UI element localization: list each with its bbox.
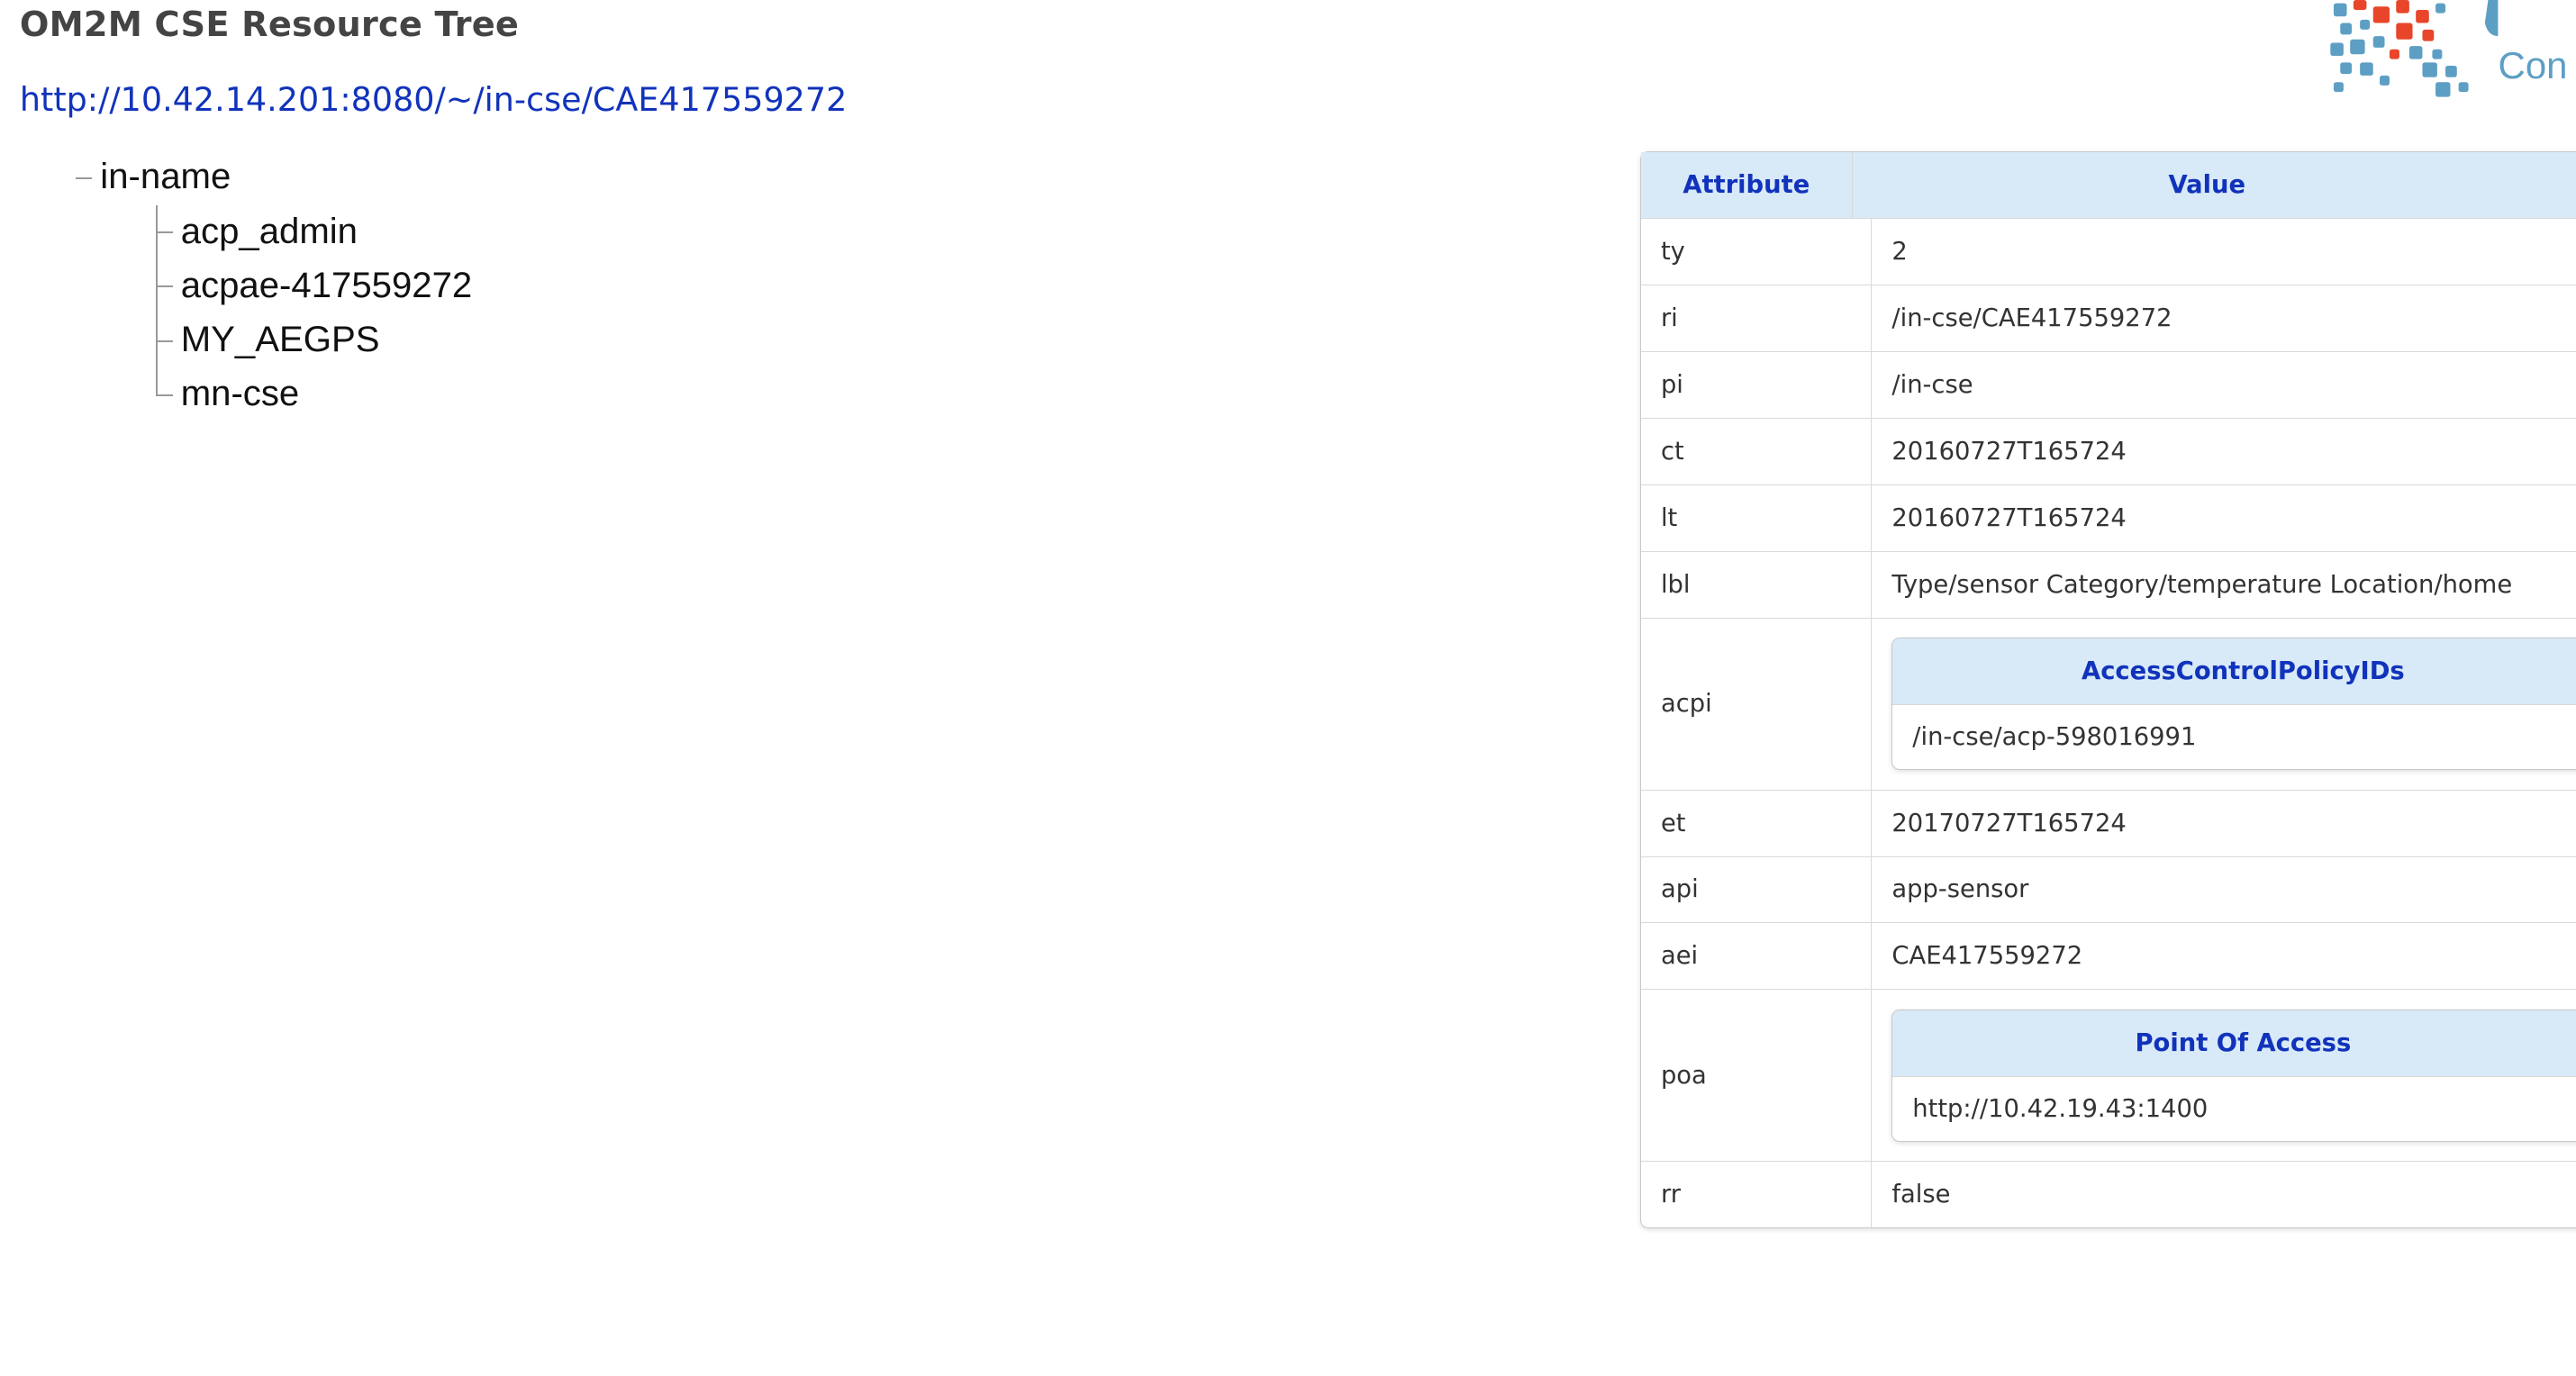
nested-table-header: Point Of Access	[1892, 1009, 2576, 1077]
table-header-row: Attribute Value	[1641, 151, 2576, 218]
attribute-value: false	[1891, 1181, 1951, 1209]
table-row: api app-sensor	[1641, 855, 2576, 923]
nested-table-value: http://10.42.19.43:1400	[1912, 1094, 2209, 1123]
point-of-access-table: Point Of Access http://10.42.19.43:1400	[1891, 1009, 2576, 1142]
attribute-value: /in-cse	[1891, 370, 1973, 399]
table-row: ri /in-cse/CAE417559272	[1641, 284, 2576, 351]
logo-mosaic-icon	[2330, 0, 2499, 97]
table-row: aei CAE417559272	[1641, 922, 2576, 990]
table-row: lbl Type/sensor Category/temperature Loc…	[1641, 550, 2576, 618]
table-row: rr false	[1641, 1161, 2576, 1228]
attribute-name: acpi	[1641, 618, 1873, 790]
tree-branch-vertical	[156, 205, 159, 394]
table-row: lt 20160727T165724	[1641, 484, 2576, 551]
attribute-name: et	[1641, 790, 1873, 856]
attribute-column-header: Attribute	[1641, 151, 1853, 218]
value-column-header: Value	[2168, 170, 2246, 199]
attribute-name: pi	[1641, 351, 1873, 418]
table-row: acpi AccessControlPolicyIDs /in-cse/acp-…	[1641, 617, 2576, 790]
attribute-name: lt	[1641, 484, 1873, 551]
page-title: OM2M CSE Resource Tree	[19, 5, 520, 46]
access-control-policy-table: AccessControlPolicyIDs /in-cse/acp-59801…	[1891, 638, 2576, 771]
nested-table-value: /in-cse/acp-598016991	[1912, 723, 2197, 752]
tree-connector	[156, 231, 173, 234]
table-row: ct 20160727T165724	[1641, 417, 2576, 484]
attribute-table: Attribute Value ty 2 ri /in-cse/CAE41755…	[1640, 150, 2576, 1229]
table-row: poa Point Of Access http://10.42.19.43:1…	[1641, 989, 2576, 1162]
om2m-logo: Con	[2324, 0, 2575, 102]
attribute-name: api	[1641, 856, 1873, 923]
attribute-name: ri	[1641, 285, 1873, 351]
attribute-name: lbl	[1641, 551, 1873, 618]
nested-table-header: AccessControlPolicyIDs	[1892, 638, 2576, 706]
tree-node-mn-cse[interactable]: mn-cse	[181, 373, 300, 414]
tree-connector	[156, 285, 173, 288]
attribute-value: 20160727T165724	[1891, 437, 2127, 466]
tree-node-in-name[interactable]: in-name	[100, 156, 231, 197]
tree-node-acp-admin[interactable]: acp_admin	[181, 211, 358, 252]
attribute-value: Type/sensor Category/temperature Locatio…	[1891, 570, 2513, 599]
table-row: pi /in-cse	[1641, 350, 2576, 418]
attribute-value: /in-cse/CAE417559272	[1891, 303, 2172, 332]
attribute-value: 2	[1891, 237, 1908, 266]
tree-connector	[156, 394, 173, 396]
tree-node-my-aegps[interactable]: MY_AEGPS	[181, 319, 380, 360]
tree-connector	[156, 339, 173, 342]
table-row: ty 2	[1641, 217, 2576, 285]
attribute-value-cell: Point Of Access http://10.42.19.43:1400	[1872, 990, 2576, 1161]
attribute-name: poa	[1641, 990, 1873, 1162]
attribute-value: app-sensor	[1891, 875, 2029, 904]
attribute-value: CAE417559272	[1891, 942, 2083, 971]
attribute-name: ct	[1641, 418, 1873, 484]
attribute-value-cell: AccessControlPolicyIDs /in-cse/acp-59801…	[1872, 619, 2576, 790]
tree-node-acpae[interactable]: acpae-417559272	[181, 265, 473, 306]
attribute-value: 20170727T165724	[1891, 809, 2127, 837]
table-row: et 20170727T165724	[1641, 789, 2576, 856]
resource-url-link[interactable]: http://10.42.14.201:8080/~/in-cse/CAE417…	[20, 80, 847, 119]
attribute-name: aei	[1641, 923, 1873, 990]
attribute-value: 20160727T165724	[1891, 503, 2127, 532]
tree-root-connector	[75, 177, 93, 179]
logo-text: Con	[2498, 44, 2568, 87]
attribute-name: rr	[1641, 1162, 1873, 1228]
attribute-name: ty	[1641, 218, 1873, 285]
